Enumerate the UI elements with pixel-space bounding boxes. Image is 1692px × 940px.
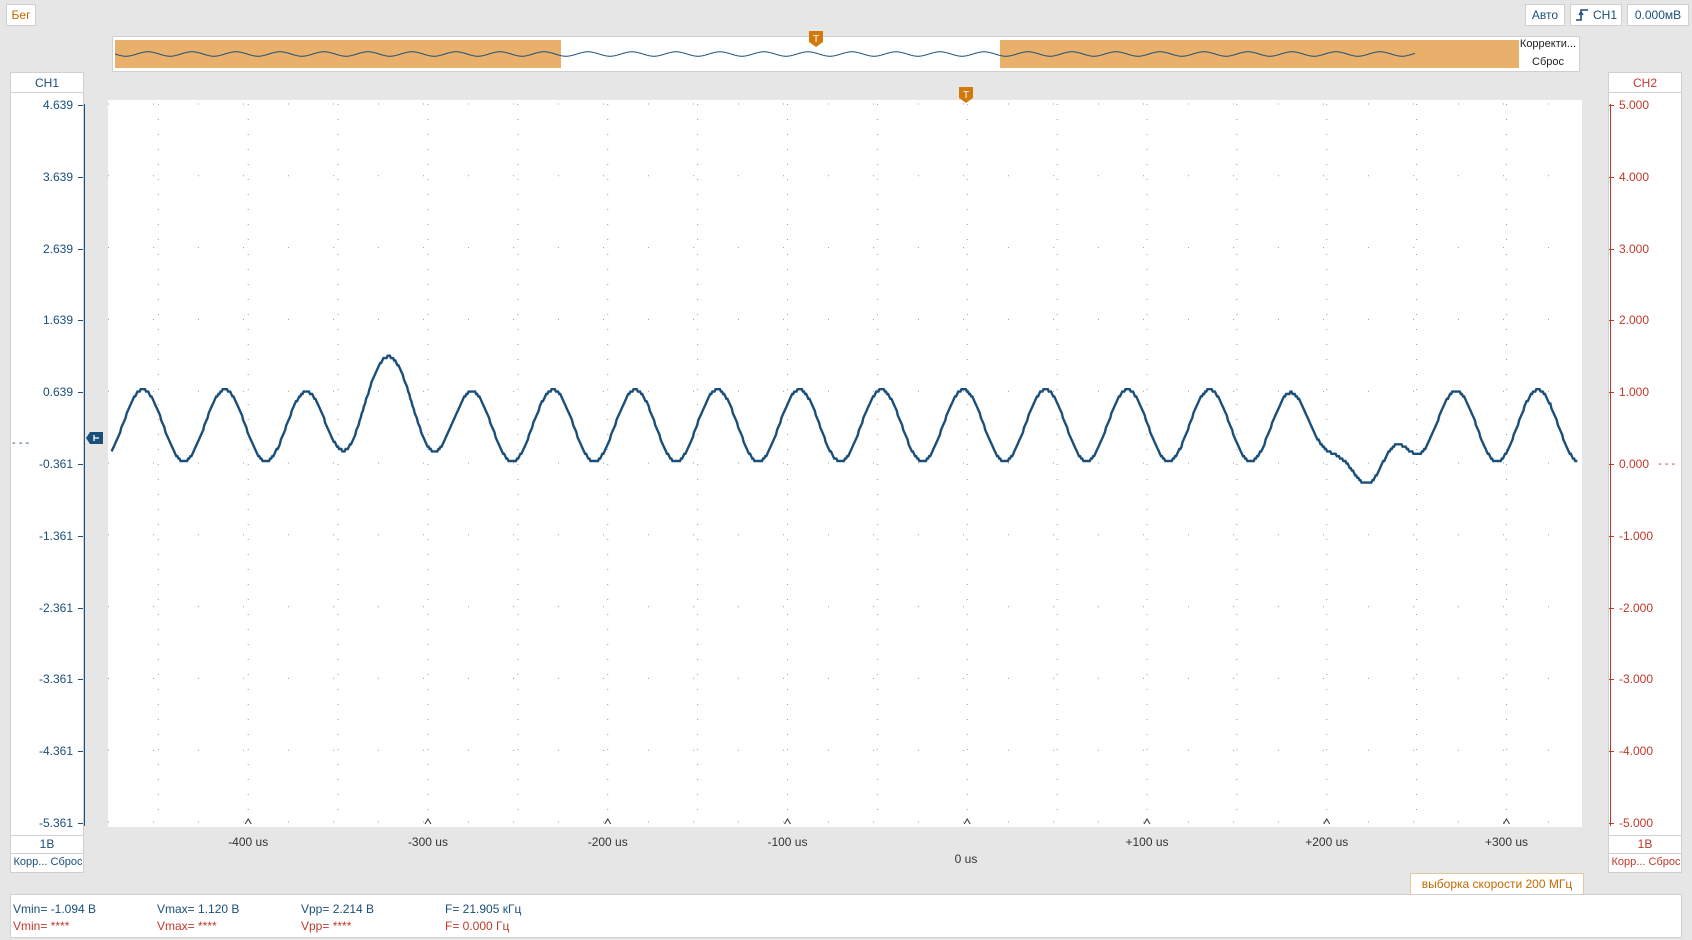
svg-text:T: T bbox=[813, 34, 819, 45]
ch2-tick-label: 2.000 bbox=[1619, 313, 1650, 328]
ch1-axis-line bbox=[84, 104, 85, 826]
oscilloscope-plot[interactable] bbox=[108, 100, 1582, 827]
sample-rate-label: выборка скорости 200 МГц bbox=[1410, 873, 1584, 895]
overview-correct-button[interactable]: Корректи... bbox=[1517, 38, 1579, 50]
ch1-tick-mark bbox=[78, 392, 83, 394]
overview-trigger-marker[interactable]: T bbox=[808, 30, 824, 48]
ch2-tick-label: 3.000 bbox=[1619, 241, 1650, 256]
ch1-axis-panel: CH1 4.639 3.639 2.639 1.639 0.639 -0.361 -1.36… bbox=[10, 72, 84, 873]
ch1-tick-mark bbox=[78, 607, 83, 609]
ch1-tick-mark bbox=[78, 679, 83, 681]
plot-trigger-marker[interactable]: T bbox=[958, 86, 974, 104]
ch2-tick-label: -5.000 bbox=[1619, 816, 1654, 830]
ch2-tick-label: -1.000 bbox=[1619, 528, 1654, 543]
x-tick-arrow bbox=[1143, 818, 1151, 825]
ch2-footer-buttons[interactable]: Корр... Сброс bbox=[1609, 856, 1683, 868]
x-tick-label: +300 us bbox=[1484, 835, 1529, 849]
ch2-vmax: Vmax= **** bbox=[157, 919, 217, 933]
ch1-footer-buttons[interactable]: Корр... Сброс bbox=[11, 856, 85, 868]
ch1-tick-label: 4.639 bbox=[42, 98, 73, 112]
ch2-scale-label[interactable]: 1В bbox=[1609, 837, 1681, 851]
ch2-title[interactable]: CH2 bbox=[1609, 73, 1681, 93]
ch2-freq: F= 0.000 Гц bbox=[445, 919, 510, 933]
ch2-ground-dash: - - - bbox=[1658, 458, 1676, 470]
x-tick-label: -200 us bbox=[587, 835, 628, 849]
ch1-freq: F= 21.905 кГц bbox=[445, 902, 522, 916]
ch1-tick-label: -4.361 bbox=[38, 744, 73, 759]
ch1-tick-label: -5.361 bbox=[38, 816, 73, 830]
ch1-tick-mark bbox=[78, 751, 83, 753]
x-tick-arrow bbox=[1503, 818, 1510, 825]
ch2-tick-label: 5.000 bbox=[1619, 98, 1650, 112]
ch1-ground-marker[interactable] bbox=[86, 431, 104, 445]
ch1-scale-label[interactable]: 1В bbox=[11, 837, 83, 851]
ch1-tick-mark bbox=[78, 176, 83, 178]
ch2-vpp: Vpp= **** bbox=[301, 919, 352, 933]
ch1-tick-label: -3.361 bbox=[38, 672, 73, 687]
trigger-channel-label: CH1 bbox=[1592, 8, 1617, 22]
ch1-waveform bbox=[110, 354, 1578, 484]
ch1-tick-mark bbox=[78, 464, 83, 465]
ch2-tick-label: 0.000 bbox=[1619, 457, 1650, 471]
ch1-tick-label: -0.361 bbox=[38, 457, 73, 471]
x-tick-arrow bbox=[424, 818, 432, 825]
ch1-title[interactable]: CH1 bbox=[11, 73, 83, 93]
ch1-tick-mark bbox=[78, 535, 83, 537]
rising-edge-icon bbox=[1575, 9, 1588, 21]
svg-text:T: T bbox=[963, 90, 969, 101]
ch2-tick-label: 1.000 bbox=[1619, 385, 1650, 400]
ch1-tick-label: -2.361 bbox=[38, 600, 73, 615]
x-tick-label: +100 us bbox=[1125, 835, 1169, 849]
ch1-tick-mark bbox=[78, 823, 83, 824]
x-tick-arrow bbox=[604, 818, 612, 825]
x-tick-label: +200 us bbox=[1305, 835, 1349, 849]
plot-canvas bbox=[108, 103, 1582, 825]
ch1-vmax: Vmax= 1.120 В bbox=[157, 902, 240, 916]
x-tick-arrow bbox=[244, 818, 252, 825]
measurements-panel: Vmin= -1.094 В Vmax= 1.120 В Vpp= 2.214 … bbox=[10, 894, 1682, 938]
ch2-vmin: Vmin= **** bbox=[13, 919, 70, 933]
overview-reset-button[interactable]: Сброс bbox=[1517, 56, 1579, 68]
trigger-mode-button[interactable]: Авто bbox=[1525, 4, 1565, 26]
ch1-tick-mark bbox=[78, 320, 83, 322]
x-tick-arrow bbox=[784, 818, 791, 825]
ch1-vmin: Vmin= -1.094 В bbox=[13, 902, 97, 916]
x-center-label: 0 us bbox=[954, 852, 978, 866]
ch1-tick-mark bbox=[78, 105, 83, 106]
ch2-axis-panel: CH2 5.000 4.000 3.000 2.000 1.000 0.000 -1.000… bbox=[1608, 72, 1682, 873]
ch1-tick-label: -1.361 bbox=[38, 528, 73, 543]
trigger-level-button[interactable]: 0.000мВ bbox=[1627, 4, 1689, 26]
ch2-tick-label: 4.000 bbox=[1619, 169, 1650, 184]
x-tick-arrow bbox=[963, 818, 971, 825]
run-button[interactable]: Бег bbox=[6, 4, 36, 26]
ch2-tick-label: -3.000 bbox=[1619, 672, 1654, 687]
ch2-tick-label: -4.000 bbox=[1619, 744, 1654, 759]
ch1-tick-label: 0.639 bbox=[42, 385, 73, 400]
ch2-tick-label: -2.000 bbox=[1619, 600, 1654, 615]
x-tick-label: -300 us bbox=[407, 835, 448, 849]
ch1-tick-label: 1.639 bbox=[42, 313, 73, 328]
x-tick-arrow bbox=[1323, 818, 1331, 825]
x-tick-label: -100 us bbox=[767, 835, 808, 849]
x-tick-label: -400 us bbox=[228, 835, 269, 849]
waveform-overview[interactable]: Корректи... Сброс bbox=[112, 36, 1580, 72]
ch1-tick-label: 3.639 bbox=[42, 169, 73, 184]
ch2-axis-line bbox=[1610, 104, 1611, 826]
ch1-vpp: Vpp= 2.214 В bbox=[301, 902, 375, 916]
trigger-channel-button[interactable]: CH1 bbox=[1570, 4, 1622, 26]
ch1-ground-dash: - - - bbox=[12, 437, 30, 449]
ch1-tick-mark bbox=[78, 248, 83, 250]
ch1-tick-label: 2.639 bbox=[42, 241, 73, 256]
